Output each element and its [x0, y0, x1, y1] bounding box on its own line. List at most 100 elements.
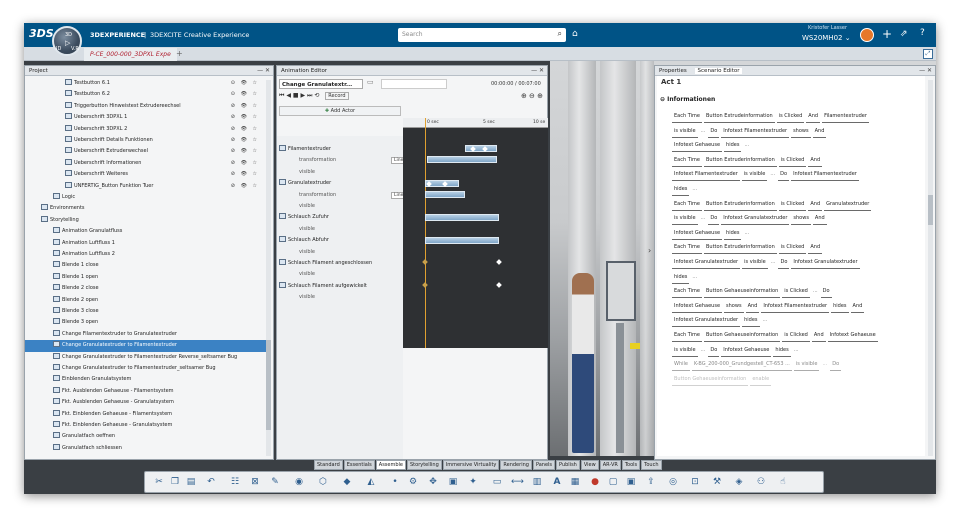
scenario-token[interactable]: shows: [724, 300, 744, 313]
sequence-selector[interactable]: Change Granulatextr...: [279, 79, 363, 89]
tab-scenario-editor[interactable]: Scenario Editor: [694, 68, 743, 74]
point-icon[interactable]: •: [389, 476, 401, 488]
add-icon[interactable]: +: [882, 28, 892, 40]
tree-item[interactable]: Einblenden Granulatsystem: [25, 374, 267, 385]
ellipsis-placeholder[interactable]: ...: [701, 215, 706, 221]
track-actor[interactable]: Schlauch Abfuhr: [279, 235, 403, 246]
scenario-token[interactable]: Infotext Filamentextruder: [721, 125, 790, 138]
scenario-token[interactable]: is visible: [742, 256, 768, 269]
playhead[interactable]: [425, 118, 426, 348]
search-input[interactable]: Search ⌕: [398, 28, 566, 42]
ellipsis-placeholder[interactable]: ...: [744, 230, 749, 236]
tab-publish[interactable]: Publish: [556, 460, 580, 470]
scenario-keyword[interactable]: Do: [820, 285, 832, 299]
tree-item[interactable]: Ueberschrift Details Funktionen ⊘ 👁 ☆: [25, 135, 267, 146]
tree-scrollbar[interactable]: [266, 80, 271, 456]
shape-icon[interactable]: ⬡: [317, 476, 329, 488]
share-icon[interactable]: ⇗: [900, 30, 908, 39]
scenario-token[interactable]: shows: [791, 212, 811, 226]
scenario-keyword[interactable]: And: [808, 154, 823, 167]
render-icon[interactable]: ✦: [467, 476, 479, 488]
panel-close-icon[interactable]: — ✕: [919, 67, 932, 74]
scenario-keyword[interactable]: Each Time: [672, 285, 702, 299]
tree-item[interactable]: Environments: [25, 203, 267, 214]
vr-icon[interactable]: ⊡: [689, 476, 701, 488]
viewport-expand-icon[interactable]: ›: [648, 246, 651, 255]
visibility-toggle-icon[interactable]: ⊘ 👁 ☆: [231, 169, 259, 180]
tree-item[interactable]: Ueberschrift Informationen ⊘ 👁 ☆: [25, 158, 267, 169]
scenario-keyword[interactable]: Each Time: [672, 154, 702, 167]
search-icon[interactable]: ⌕: [558, 29, 562, 39]
screen-icon[interactable]: ▣: [625, 476, 637, 488]
scenario-token[interactable]: is Clicked: [778, 198, 807, 211]
tree-item[interactable]: Change Granulatextruder to Filamentextru…: [25, 340, 267, 352]
compass-widget[interactable]: 3D ▷ ID V.R: [52, 26, 82, 56]
camera-icon[interactable]: ◉: [293, 476, 305, 488]
scenario-token[interactable]: Button Extruderinformation: [703, 241, 777, 255]
scenario-token[interactable]: hides: [672, 183, 690, 196]
scenario-token[interactable]: Infotext Gehaeuse: [672, 139, 723, 153]
scenario-token[interactable]: shows: [791, 125, 811, 138]
ellipsis-placeholder[interactable]: ...: [692, 274, 697, 280]
visibility-toggle-icon[interactable]: ⊘ 👁 ☆: [231, 146, 259, 157]
prev-frame-icon[interactable]: ◀: [286, 92, 291, 99]
scenario-token[interactable]: Infotext Gehaeuse: [672, 300, 723, 313]
add-actor-button[interactable]: ✚ Add Actor: [279, 106, 401, 116]
tag-icon[interactable]: ⌂: [572, 30, 578, 39]
color-palette-icon[interactable]: ●: [589, 476, 601, 488]
scenario-scroll-thumb[interactable]: [928, 195, 933, 225]
scenario-token[interactable]: Infotext Gehaeuse: [827, 329, 878, 342]
tree-item[interactable]: Change Granulatextruder to Filamentextru…: [25, 352, 267, 363]
record-button[interactable]: Record: [325, 92, 349, 100]
scenario-token[interactable]: is Clicked: [778, 241, 807, 255]
view-icon[interactable]: ◎: [667, 476, 679, 488]
maximize-icon[interactable]: ⤢: [923, 49, 933, 59]
track-actor[interactable]: Schlauch Zufuhr: [279, 212, 403, 223]
scenario-token[interactable]: Infotext Gehaeuse: [721, 344, 772, 357]
ellipsis-placeholder[interactable]: ...: [794, 347, 799, 353]
tree-item[interactable]: Animation Luftfluss 2: [25, 249, 267, 260]
tab-immersive-virtuality[interactable]: Immersive Virtuality: [442, 460, 500, 470]
scenario-keyword[interactable]: And: [808, 198, 823, 211]
ellipsis-placeholder[interactable]: ...: [770, 171, 775, 177]
scenario-token[interactable]: hides: [831, 300, 849, 313]
tab-essentials[interactable]: Essentials: [343, 460, 375, 470]
scenario-keyword[interactable]: Each Time: [672, 110, 702, 123]
plane-icon[interactable]: ◭: [365, 476, 377, 488]
scenario-keyword[interactable]: And: [812, 212, 827, 226]
track-actor[interactable]: Schlauch Filament aufgewickelt: [279, 281, 403, 292]
tree-item[interactable]: Animation Luftfluss 1: [25, 238, 267, 249]
tree-item[interactable]: Triggerbutton Hinweistest Extrudereechse…: [25, 101, 267, 112]
tab-assemble[interactable]: Assemble: [375, 460, 406, 470]
loop-icon[interactable]: ⟲: [314, 92, 319, 99]
scenario-token[interactable]: is visible: [672, 344, 698, 357]
scenario-token[interactable]: is visible: [672, 125, 698, 138]
tree-item[interactable]: Blende 3 close: [25, 306, 267, 317]
scenario-token[interactable]: Infotext Gehaeuse: [672, 227, 723, 240]
abfuhr-visible-bar[interactable]: [425, 237, 499, 244]
pen-icon[interactable]: ✎: [269, 476, 281, 488]
scenario-token[interactable]: Granulatextruder: [824, 198, 872, 211]
help-icon[interactable]: ?: [920, 29, 925, 38]
ellipsis-placeholder[interactable]: ...: [701, 347, 706, 353]
panel-close-icon[interactable]: — ✕: [257, 67, 270, 74]
tab-tools[interactable]: Tools: [621, 460, 641, 470]
tree-item[interactable]: Ueberschrift 3DPXL 2 ⊘ 👁 ☆: [25, 124, 267, 135]
ellipsis-placeholder[interactable]: ...: [763, 317, 768, 323]
scenario-token[interactable]: is Clicked: [778, 154, 807, 167]
scenario-scrollbar[interactable]: [928, 80, 933, 456]
text-icon[interactable]: A: [551, 476, 563, 488]
tree-item[interactable]: Animation Granulatfluss: [25, 226, 267, 237]
publish-icon[interactable]: ⇪: [645, 476, 657, 488]
scenario-keyword[interactable]: Each Time: [672, 241, 702, 255]
scenario-token[interactable]: hides: [773, 344, 791, 357]
box-icon[interactable]: ◈: [733, 476, 745, 488]
play-icon[interactable]: ▷: [65, 39, 70, 47]
tree-item[interactable]: Storytelling: [25, 215, 267, 226]
scenario-token[interactable]: Button Extruderinformation: [703, 154, 777, 167]
tab-panels[interactable]: Panels: [532, 460, 556, 470]
workspace-selector[interactable]: WS20MH02 ⌄: [802, 35, 851, 42]
scenario-keyword[interactable]: Do: [708, 125, 720, 138]
scenario-token[interactable]: hides: [724, 139, 742, 153]
tab-storytelling[interactable]: Storytelling: [407, 460, 442, 470]
